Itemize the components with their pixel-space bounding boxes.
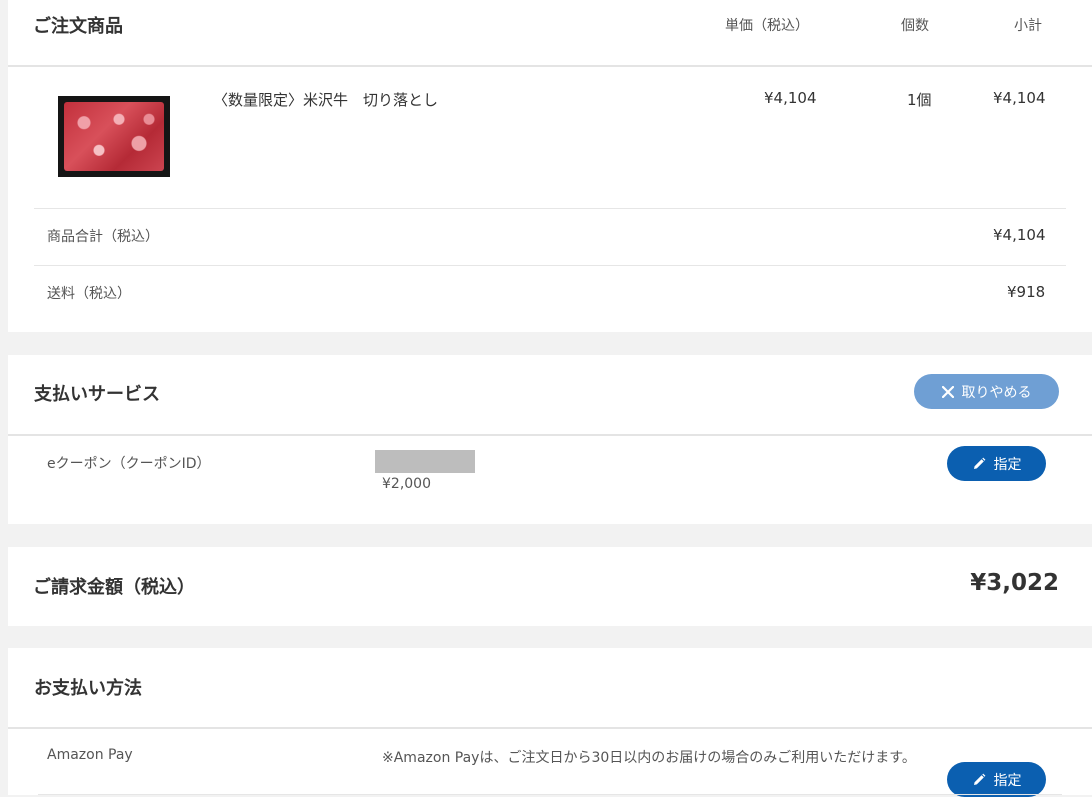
coupon-amount: ¥2,000 [382, 476, 431, 492]
billing-card: ご請求金額（税込） ¥3,022 [8, 547, 1092, 626]
payment-service-title: 支払いサービス [34, 384, 160, 405]
billing-label: ご請求金額（税込） [33, 577, 195, 598]
payment-service-card: 支払いサービス 取りやめる eクーポン（クーポンID） ¥2,000 指定 [8, 355, 1092, 524]
assign-button-label: 指定 [993, 772, 1022, 789]
payment-method-title: お支払い方法 [34, 678, 142, 699]
col-header-subtotal: 小計 [1014, 18, 1042, 34]
payment-method-note: ※Amazon Payは、ご注文日から30日以内のお届けの場合のみご利用いただけ… [382, 750, 916, 766]
product-name: 〈数量限定〉米沢牛 切り落とし [213, 91, 439, 109]
product-qty: 1個 [907, 91, 932, 109]
divider [8, 727, 1092, 729]
shipping-value: ¥918 [1007, 283, 1046, 301]
order-items-title: ご注文商品 [33, 16, 123, 37]
goods-total-label: 商品合計（税込） [47, 229, 159, 245]
divider [8, 65, 1092, 67]
col-header-qty: 個数 [901, 18, 929, 34]
divider [34, 208, 1066, 209]
goods-total-value: ¥4,104 [993, 226, 1046, 244]
assign-coupon-button[interactable]: 指定 [947, 446, 1046, 481]
product-unit-price: ¥4,104 [764, 89, 817, 107]
divider [34, 265, 1066, 266]
billing-total: ¥3,022 [970, 570, 1059, 596]
coupon-label: eクーポン（クーポンID） [47, 456, 211, 472]
assign-payment-button[interactable]: 指定 [947, 762, 1046, 797]
pencil-icon [973, 773, 985, 785]
pencil-icon [973, 457, 985, 469]
close-icon [941, 385, 954, 398]
assign-button-label: 指定 [993, 456, 1022, 473]
product-image [58, 96, 170, 177]
cancel-button-label: 取りやめる [961, 384, 1032, 401]
payment-method-card: お支払い方法 Amazon Pay ※Amazon Payは、ご注文日から30日… [8, 648, 1092, 797]
order-items-card: ご注文商品 単価（税込） 個数 小計 〈数量限定〉米沢牛 切り落とし ¥4,10… [8, 0, 1092, 332]
payment-method-label: Amazon Pay [47, 747, 133, 763]
cancel-button[interactable]: 取りやめる [914, 374, 1059, 409]
product-subtotal: ¥4,104 [993, 89, 1046, 107]
shipping-label: 送料（税込） [47, 286, 131, 302]
col-header-unit-price: 単価（税込） [725, 18, 809, 34]
coupon-id-redacted [375, 450, 475, 473]
divider [8, 434, 1092, 436]
